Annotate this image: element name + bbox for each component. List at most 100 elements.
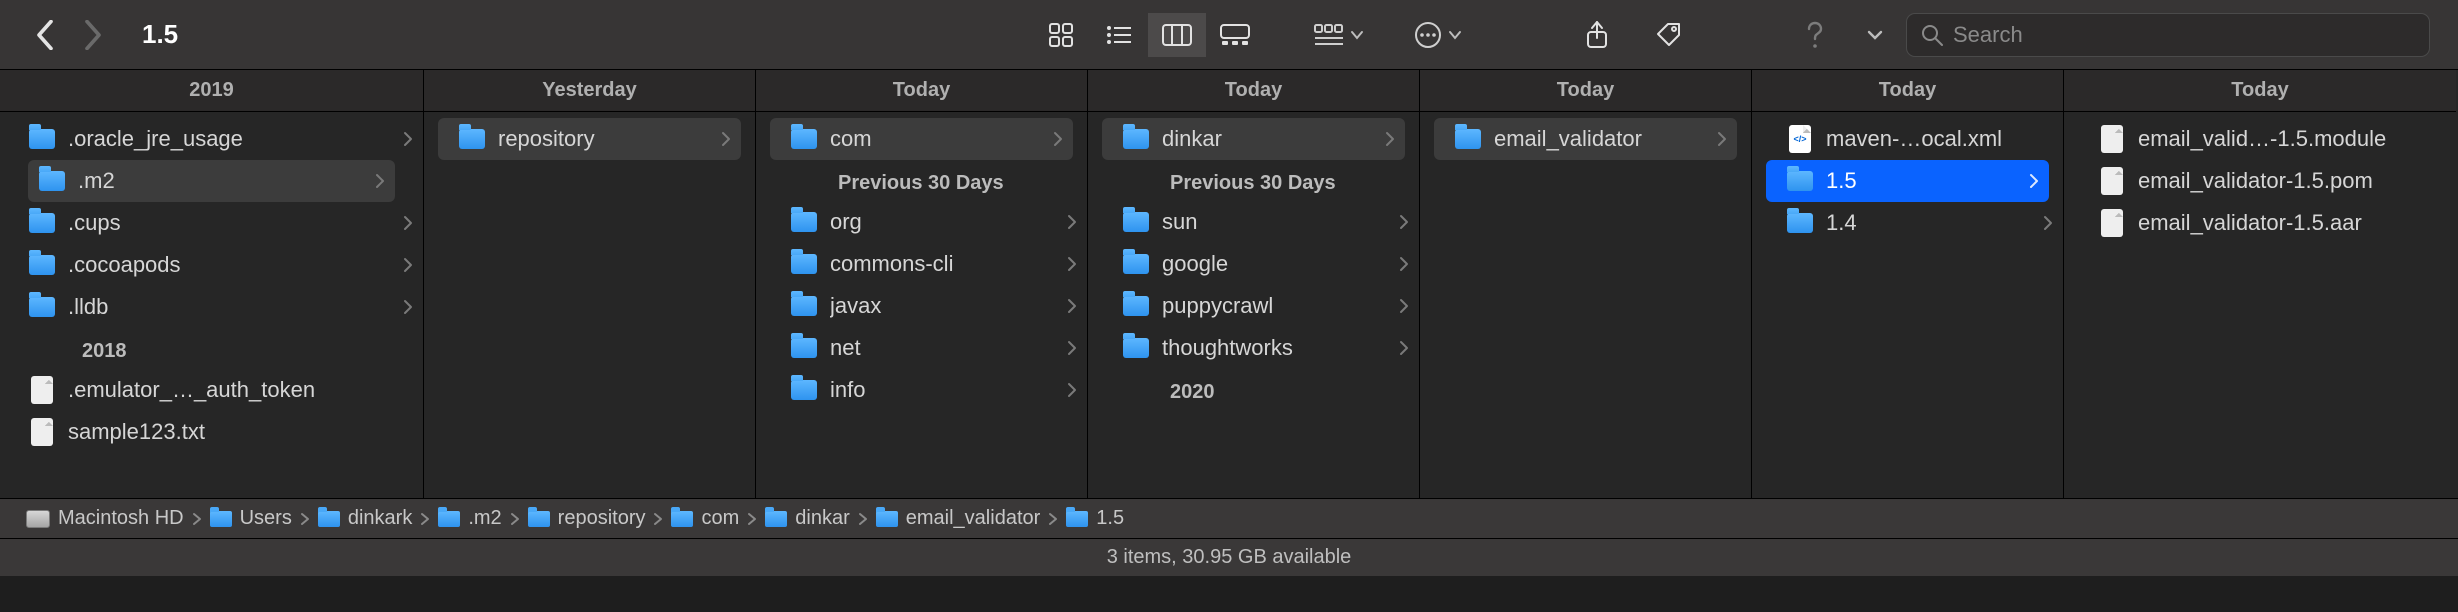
item-name: .m2 bbox=[78, 168, 363, 194]
grid-icon bbox=[1048, 22, 1074, 48]
item-name: email_valid…-1.5.module bbox=[2138, 126, 2446, 152]
file-icon bbox=[2098, 167, 2126, 195]
folder-row[interactable]: javax bbox=[756, 285, 1087, 327]
path-segment-label: com bbox=[701, 507, 739, 530]
folder-row[interactable]: puppycrawl bbox=[1088, 285, 1419, 327]
folder-row[interactable]: com bbox=[770, 118, 1073, 160]
file-row[interactable]: email_validator-1.5.pom bbox=[2064, 160, 2456, 202]
path-segment-label: .m2 bbox=[468, 507, 501, 530]
search-input[interactable] bbox=[1953, 22, 2415, 48]
folder-row[interactable]: 1.5 bbox=[1766, 160, 2049, 202]
column-body: maven-…ocal.xml 1.5 1.4 bbox=[1752, 112, 2063, 498]
gallery-view-button[interactable] bbox=[1206, 13, 1264, 57]
folder-row[interactable]: dinkar bbox=[1102, 118, 1405, 160]
folder-row[interactable]: .cups bbox=[0, 202, 423, 244]
file-row[interactable]: sample123.txt bbox=[0, 411, 423, 453]
path-segment[interactable]: dinkark bbox=[318, 507, 412, 530]
column-header[interactable]: Today bbox=[1420, 70, 1751, 112]
file-row[interactable]: maven-…ocal.xml bbox=[1752, 118, 2063, 160]
dropdown-button[interactable] bbox=[1858, 13, 1892, 57]
chevron-right-icon bbox=[403, 257, 413, 273]
chevron-right-icon bbox=[1399, 340, 1409, 356]
section-label: 2018 bbox=[0, 328, 423, 369]
column-header[interactable]: 2019 bbox=[0, 70, 423, 112]
folder-row[interactable]: org bbox=[756, 201, 1087, 243]
folder-row[interactable]: 1.4 bbox=[1752, 202, 2063, 244]
back-button[interactable] bbox=[28, 18, 62, 52]
file-row[interactable]: email_valid…-1.5.module bbox=[2064, 118, 2456, 160]
folder-row[interactable]: .cocoapods bbox=[0, 244, 423, 286]
folder-icon bbox=[438, 511, 460, 527]
folder-icon bbox=[28, 125, 56, 153]
chevron-right-icon bbox=[1067, 256, 1077, 272]
item-name: org bbox=[830, 209, 1055, 235]
gallery-icon bbox=[1220, 24, 1250, 46]
ellipsis-circle-icon bbox=[1414, 21, 1442, 49]
path-segment[interactable]: Users bbox=[210, 507, 292, 530]
help-button[interactable] bbox=[1786, 13, 1844, 57]
file-row[interactable]: email_validator-1.5.aar bbox=[2064, 202, 2456, 244]
chevron-right-icon bbox=[300, 512, 310, 526]
item-name: 1.5 bbox=[1826, 168, 2017, 194]
column-header[interactable]: Yesterday bbox=[424, 70, 755, 112]
action-menu[interactable] bbox=[1414, 21, 1462, 49]
path-segment[interactable]: email_validator bbox=[876, 507, 1041, 530]
path-segment[interactable]: dinkar bbox=[765, 507, 849, 530]
folder-row[interactable]: net bbox=[756, 327, 1087, 369]
path-segment[interactable]: .m2 bbox=[438, 507, 501, 530]
folder-row[interactable]: email_validator bbox=[1434, 118, 1737, 160]
column-header[interactable]: Today bbox=[2064, 70, 2456, 112]
folder-row[interactable]: info bbox=[756, 369, 1087, 411]
path-segment[interactable]: 1.5 bbox=[1066, 507, 1124, 530]
folder-row[interactable]: repository bbox=[438, 118, 741, 160]
file-icon bbox=[2098, 209, 2126, 237]
file-row[interactable]: .emulator_…_auth_token bbox=[0, 369, 423, 411]
folder-row[interactable]: .lldb bbox=[0, 286, 423, 328]
column-view-button[interactable] bbox=[1148, 13, 1206, 57]
chevron-down-icon bbox=[1448, 30, 1462, 40]
folder-row[interactable]: thoughtworks bbox=[1088, 327, 1419, 369]
item-name: puppycrawl bbox=[1162, 293, 1387, 319]
icon-view-button[interactable] bbox=[1032, 13, 1090, 57]
folder-icon bbox=[876, 511, 898, 527]
folder-row[interactable]: .oracle_jre_usage bbox=[0, 118, 423, 160]
forward-button[interactable] bbox=[76, 18, 110, 52]
folder-row[interactable]: sun bbox=[1088, 201, 1419, 243]
chevron-right-icon bbox=[1053, 131, 1063, 147]
column-browser: 2019 .oracle_jre_usage .m2 .cups .cocoapods.… bbox=[0, 70, 2458, 498]
status-bar: 3 items, 30.95 GB available bbox=[0, 538, 2458, 576]
share-button[interactable] bbox=[1568, 13, 1626, 57]
share-icon bbox=[1585, 20, 1609, 50]
folder-icon bbox=[458, 125, 486, 153]
group-by-menu[interactable] bbox=[1314, 24, 1364, 46]
column-header[interactable]: Today bbox=[756, 70, 1087, 112]
chevron-right-icon bbox=[420, 512, 430, 526]
section-label: 2020 bbox=[1088, 369, 1419, 410]
folder-icon bbox=[790, 208, 818, 236]
chevron-right-icon bbox=[1399, 214, 1409, 230]
item-name: sample123.txt bbox=[68, 419, 413, 445]
column-body: repository bbox=[424, 112, 755, 498]
folder-row[interactable]: .m2 bbox=[28, 160, 395, 202]
chevron-right-icon bbox=[747, 512, 757, 526]
chevron-right-icon bbox=[1048, 512, 1058, 526]
search-field[interactable] bbox=[1906, 13, 2430, 57]
columns-icon bbox=[1162, 24, 1192, 46]
item-name: .cups bbox=[68, 210, 391, 236]
chevron-right-icon bbox=[375, 173, 385, 189]
folder-row[interactable]: commons-cli bbox=[756, 243, 1087, 285]
column-body: .oracle_jre_usage .m2 .cups .cocoapods.lldb… bbox=[0, 112, 423, 498]
folder-icon bbox=[1066, 511, 1088, 527]
file-icon bbox=[2098, 125, 2126, 153]
chevron-right-icon bbox=[653, 512, 663, 526]
path-segment[interactable]: com bbox=[671, 507, 739, 530]
folder-icon bbox=[790, 250, 818, 278]
column-header[interactable]: Today bbox=[1752, 70, 2063, 112]
folder-icon bbox=[28, 251, 56, 279]
column-header[interactable]: Today bbox=[1088, 70, 1419, 112]
folder-row[interactable]: google bbox=[1088, 243, 1419, 285]
tags-button[interactable] bbox=[1640, 13, 1698, 57]
path-segment[interactable]: Macintosh HD bbox=[26, 507, 184, 530]
list-view-button[interactable] bbox=[1090, 13, 1148, 57]
path-segment[interactable]: repository bbox=[528, 507, 646, 530]
